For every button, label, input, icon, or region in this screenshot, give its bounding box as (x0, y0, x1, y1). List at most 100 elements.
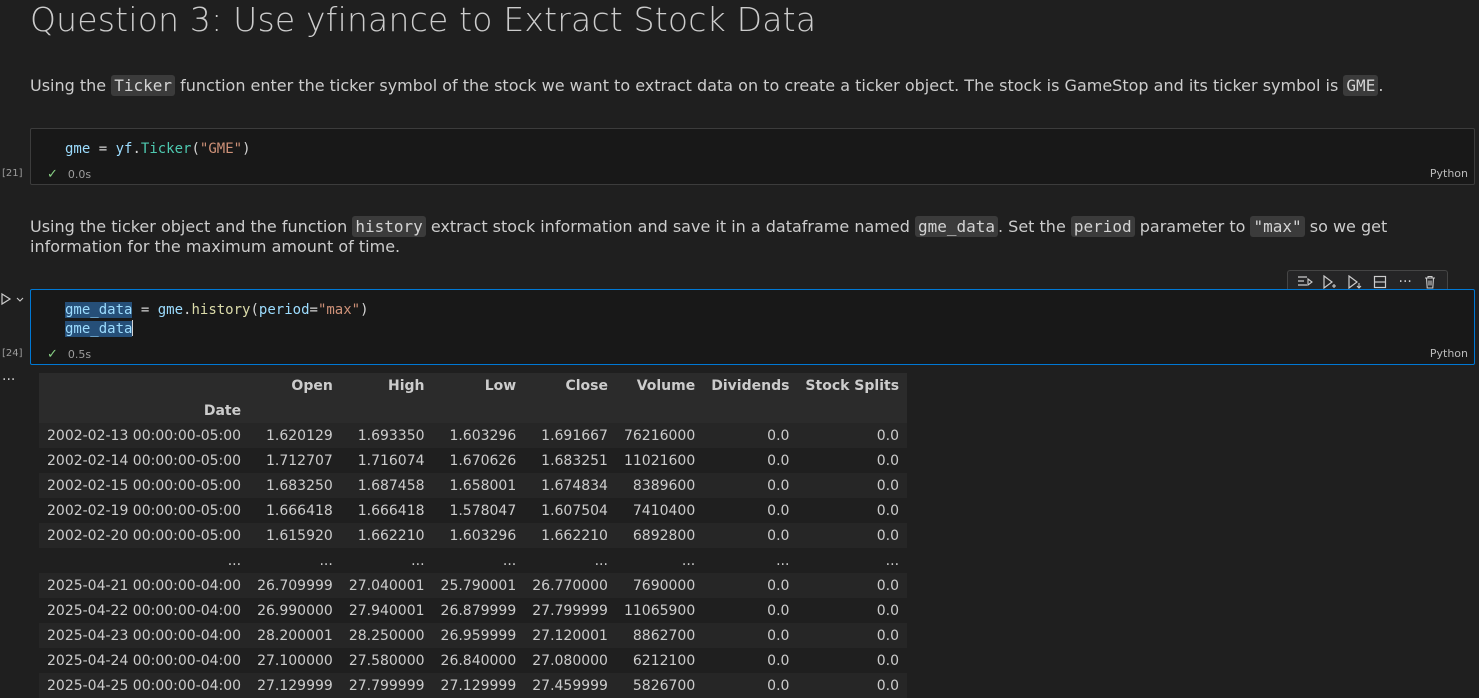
output-more-icon[interactable]: ··· (2, 372, 15, 388)
table-cell: 1.670626 (449, 452, 517, 469)
language-indicator[interactable]: Python (1430, 347, 1468, 360)
table-cell: 0.0 (876, 677, 900, 694)
index-name-row: Date (39, 398, 908, 423)
row-index: 2025-04-24 00:00:00-04:00 (47, 652, 242, 669)
table-row: 2025-04-21 00:00:00-04:00 26.709999 27.040… (39, 573, 908, 598)
row-index: 2002-02-13 00:00:00-05:00 (47, 427, 242, 444)
table-cell: 1.712707 (266, 452, 333, 469)
table-cell: ... (594, 552, 608, 569)
table-row: 2025-04-22 00:00:00-04:00 26.990000 27.940… (39, 598, 908, 623)
table-cell: 27.120001 (532, 627, 608, 644)
table-cell: 1.687458 (357, 477, 425, 494)
table-cell: 0.0 (767, 502, 790, 519)
index-name: Date (203, 402, 242, 419)
table-cell: 0.0 (767, 602, 790, 619)
table-cell: 1.691667 (541, 427, 608, 444)
table-row: 2002-02-20 00:00:00-05:00 1.615920 1.66221… (39, 523, 908, 548)
table-cell: 0.0 (876, 627, 900, 644)
table-cell: 0.0 (876, 602, 900, 619)
table-cell: 0.0 (876, 427, 900, 444)
code-line-2[interactable]: gme_data (65, 320, 134, 339)
table-cell: 0.0 (767, 652, 790, 669)
table-cell: 1.662210 (541, 527, 608, 544)
code-line-1[interactable]: gme_data = gme.history(period="max") (65, 301, 369, 320)
execution-count: [21] (2, 168, 23, 179)
table-cell: 0.0 (767, 477, 790, 494)
table-body: 2002-02-13 00:00:00-05:00 1.620129 1.69335… (39, 423, 908, 698)
table-cell: 0.0 (876, 502, 900, 519)
run-cell-down-icon[interactable] (1345, 274, 1365, 290)
md-text: Using the ticker object and the function (30, 217, 353, 236)
md-text: Using the (30, 76, 112, 95)
table-cell: 1.603296 (449, 527, 517, 544)
table-cell: 8862700 (632, 627, 696, 644)
md-text: parameter to (1134, 217, 1251, 236)
table-row: 2025-04-24 00:00:00-04:00 27.100000 27.580… (39, 648, 908, 673)
code-cell-history[interactable]: gme_data = gme.history(period="max") gme… (30, 289, 1475, 365)
column-header: Dividends (711, 377, 790, 394)
table-cell: 0.0 (767, 577, 790, 594)
delete-icon[interactable] (1420, 274, 1440, 290)
dataframe-output: Open High Low Close Volume Dividends Sto… (39, 373, 908, 698)
execute-above-icon[interactable] (1295, 274, 1315, 290)
inline-code-ticker: Ticker (111, 75, 176, 96)
table-cell: 0.0 (767, 677, 790, 694)
row-index: 2002-02-20 00:00:00-05:00 (47, 527, 242, 544)
row-index: 2002-02-14 00:00:00-05:00 (47, 452, 242, 469)
table-cell: 27.040001 (348, 577, 425, 594)
table-cell: 1.607504 (541, 502, 608, 519)
run-cell-button[interactable] (0, 292, 28, 309)
table-cell: 1.578047 (449, 502, 517, 519)
more-icon[interactable]: ··· (1395, 274, 1415, 290)
language-indicator[interactable]: Python (1430, 167, 1468, 180)
inline-code-max: "max" (1250, 216, 1305, 237)
index-header (39, 373, 249, 398)
table-row: 2025-04-23 00:00:00-04:00 28.200001 28.250… (39, 623, 908, 648)
run-below-icon[interactable] (1320, 274, 1340, 290)
code-cell-ticker[interactable]: gme = yf.Ticker("GME") ✓ 0.0s Python (30, 128, 1475, 185)
table-cell: 28.200001 (257, 627, 333, 644)
md-text: . Set the (998, 217, 1071, 236)
md-text: function enter the ticker symbol of the … (175, 76, 1344, 95)
table-cell: 0.0 (876, 652, 900, 669)
table-cell: 0.0 (876, 577, 900, 594)
table-row: 2002-02-14 00:00:00-05:00 1.712707 1.71607… (39, 448, 908, 473)
column-header: Stock Splits (805, 377, 900, 394)
table-cell: 27.940001 (348, 602, 425, 619)
table-cell: 7690000 (632, 577, 696, 594)
text-caret (132, 320, 134, 336)
exec-time: 0.0s (67, 168, 92, 181)
table-cell: 25.790001 (440, 577, 517, 594)
table-cell: 26.990000 (257, 602, 333, 619)
table-cell: 1.716074 (357, 452, 425, 469)
table-cell: 5826700 (632, 677, 696, 694)
inline-code-period: period (1070, 216, 1135, 237)
row-index: 2002-02-15 00:00:00-05:00 (47, 477, 242, 494)
table-cell: 1.674834 (541, 477, 608, 494)
code-line[interactable]: gme = yf.Ticker("GME") (65, 140, 251, 159)
table-cell: 27.129999 (257, 677, 333, 694)
column-header: High (388, 377, 425, 394)
table-cell: 0.0 (876, 527, 900, 544)
table-cell: 1.603296 (449, 427, 517, 444)
table-cell: ... (681, 552, 696, 569)
table-cell: 28.250000 (348, 627, 425, 644)
table-cell: 1.662210 (357, 527, 425, 544)
split-cell-icon[interactable] (1370, 274, 1390, 290)
table-row: ........................ (39, 548, 908, 573)
table-cell: 0.0 (767, 427, 790, 444)
table-cell: 27.459999 (532, 677, 608, 694)
table-cell: 0.0 (767, 452, 790, 469)
table-cell: 1.615920 (266, 527, 333, 544)
table-cell: 6892800 (632, 527, 696, 544)
row-index: 2025-04-22 00:00:00-04:00 (47, 602, 242, 619)
table-cell: 6212100 (632, 652, 696, 669)
markdown-cell-history: Using the ticker object and the function… (30, 216, 1470, 257)
execution-count: [24] (2, 348, 23, 359)
table-cell: 26.959999 (440, 627, 517, 644)
table-cell: 27.580000 (348, 652, 425, 669)
table-cell: 1.683250 (266, 477, 333, 494)
table-cell: 8389600 (632, 477, 696, 494)
row-index: 2002-02-19 00:00:00-05:00 (47, 502, 242, 519)
table-cell: 0.0 (767, 627, 790, 644)
